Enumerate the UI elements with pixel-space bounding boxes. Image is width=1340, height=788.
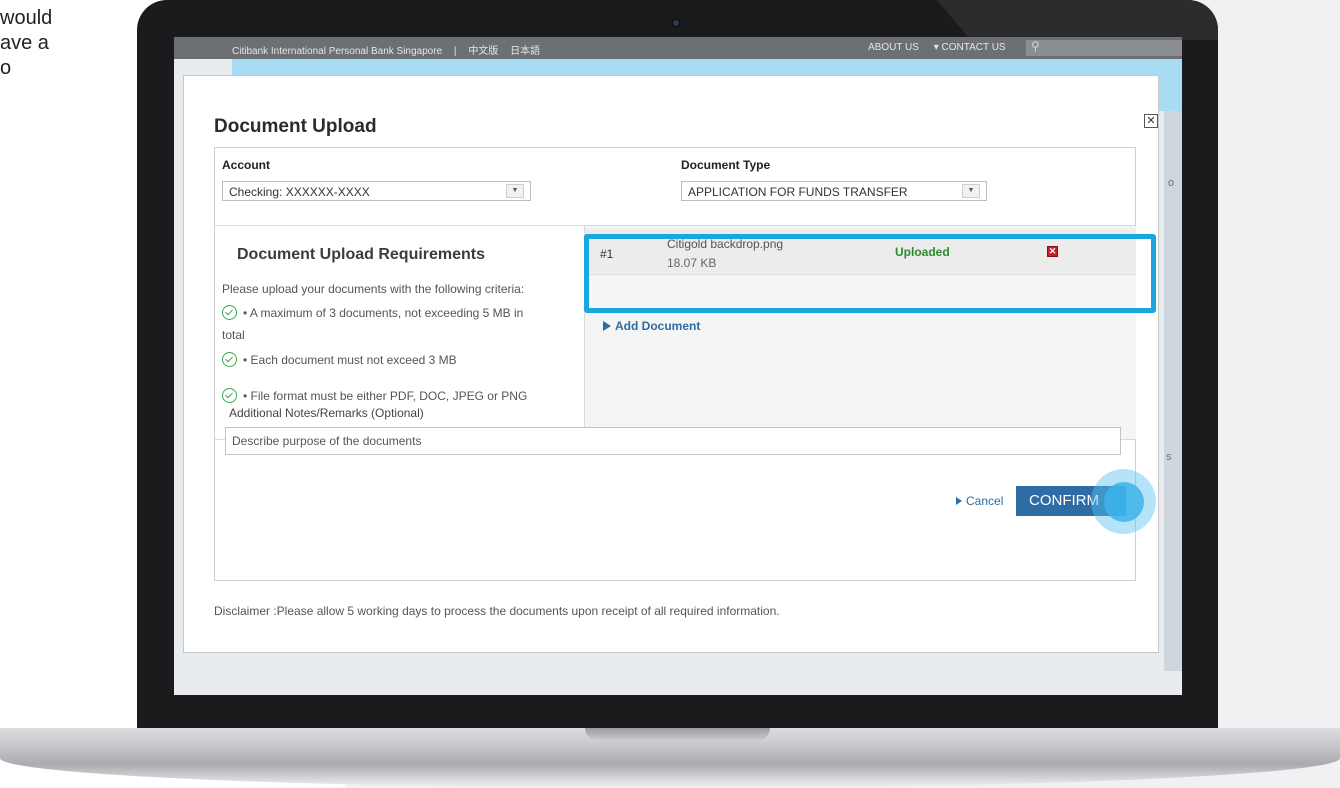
caret-right-icon <box>956 497 962 505</box>
add-document-label: Add Document <box>615 319 701 333</box>
contact-us-link[interactable]: ▾ CONTACT US <box>934 42 1006 53</box>
add-document-link[interactable]: Add Document <box>603 319 700 333</box>
utility-nav: ABOUT US ▾ CONTACT US <box>868 42 1006 53</box>
requirements-title: Document Upload Requirements <box>237 246 486 263</box>
close-icon[interactable]: ✕ <box>1144 114 1158 128</box>
uploaded-document-highlight <box>584 234 1156 313</box>
background-text: s <box>1166 451 1172 463</box>
page-background-right: o s <box>1164 111 1182 671</box>
side-caption-line: would <box>0 7 53 29</box>
requirements-intro: Please upload your documents with the fo… <box>222 282 525 296</box>
disclaimer-text: Disclaimer :Please allow 5 working days … <box>214 604 780 618</box>
upload-form: Account Checking: XXXXXX-XXXX ▼ Document… <box>214 147 1136 581</box>
cancel-link[interactable]: Cancel <box>956 494 1003 508</box>
background-text: o <box>1168 177 1175 189</box>
chevron-down-icon: ▼ <box>962 184 980 198</box>
notes-label: Additional Notes/Remarks (Optional) <box>229 406 424 420</box>
account-label: Account <box>222 158 270 172</box>
notes-input[interactable] <box>225 427 1121 455</box>
requirement-text: • A maximum of 3 documents, not exceedin… <box>243 306 524 320</box>
lang-chinese-link[interactable]: 中文版 <box>468 46 498 57</box>
requirement-item-continued: total <box>222 328 245 342</box>
laptop-hinge-notch <box>585 728 770 740</box>
document-type-label: Document Type <box>681 158 771 172</box>
nav-separator: | <box>453 46 457 57</box>
document-upload-dialog: ✕ Document Upload Account Checking: XXXX… <box>183 75 1159 653</box>
document-type-select[interactable]: APPLICATION FOR FUNDS TRANSFER ▼ <box>681 181 987 201</box>
requirement-item: • Each document must not exceed 3 MB <box>222 352 457 367</box>
about-us-link[interactable]: ABOUT US <box>868 42 919 53</box>
tutorial-slide: would ave a o Citibank International Per… <box>0 0 1340 788</box>
chevron-down-icon: ▼ <box>506 184 524 198</box>
requirement-text: • Each document must not exceed 3 MB <box>243 353 457 367</box>
requirement-item: • A maximum of 3 documents, not exceedin… <box>222 305 523 320</box>
laptop-screen: Citibank International Personal Bank Sin… <box>174 37 1182 695</box>
search-input[interactable]: ⚲ <box>1026 39 1182 56</box>
side-caption: would ave a o <box>0 6 110 81</box>
requirement-text: • File format must be either PDF, DOC, J… <box>243 389 528 403</box>
side-caption-line: o <box>0 57 12 79</box>
document-type-value: APPLICATION FOR FUNDS TRANSFER <box>688 185 908 199</box>
laptop-bezel: Citibank International Personal Bank Sin… <box>137 0 1218 728</box>
camera-icon <box>671 18 681 28</box>
laptop-base <box>0 728 1340 788</box>
site-nav: Citibank International Personal Bank Sin… <box>232 42 540 57</box>
side-caption-line: ave a <box>0 32 49 54</box>
bezel-reflection <box>937 0 1218 40</box>
check-circle-icon <box>222 352 237 367</box>
tap-indicator-core <box>1104 482 1144 522</box>
account-select[interactable]: Checking: XXXXXX-XXXX ▼ <box>222 181 531 201</box>
cancel-label: Cancel <box>966 494 1004 508</box>
search-icon: ⚲ <box>1031 39 1040 53</box>
account-value: Checking: XXXXXX-XXXX <box>229 185 370 199</box>
play-arrow-icon <box>603 321 611 331</box>
site-name-link[interactable]: Citibank International Personal Bank Sin… <box>232 46 442 57</box>
lang-japanese-link[interactable]: 日本語 <box>510 46 540 57</box>
check-circle-icon <box>222 388 237 403</box>
top-navigation-bar: Citibank International Personal Bank Sin… <box>174 37 1182 59</box>
page-overlay: o s ✕ Document Upload Account Checking: … <box>174 59 1182 695</box>
check-circle-icon <box>222 305 237 320</box>
requirement-item: • File format must be either PDF, DOC, J… <box>222 388 527 403</box>
dialog-title: Document Upload <box>214 116 377 137</box>
